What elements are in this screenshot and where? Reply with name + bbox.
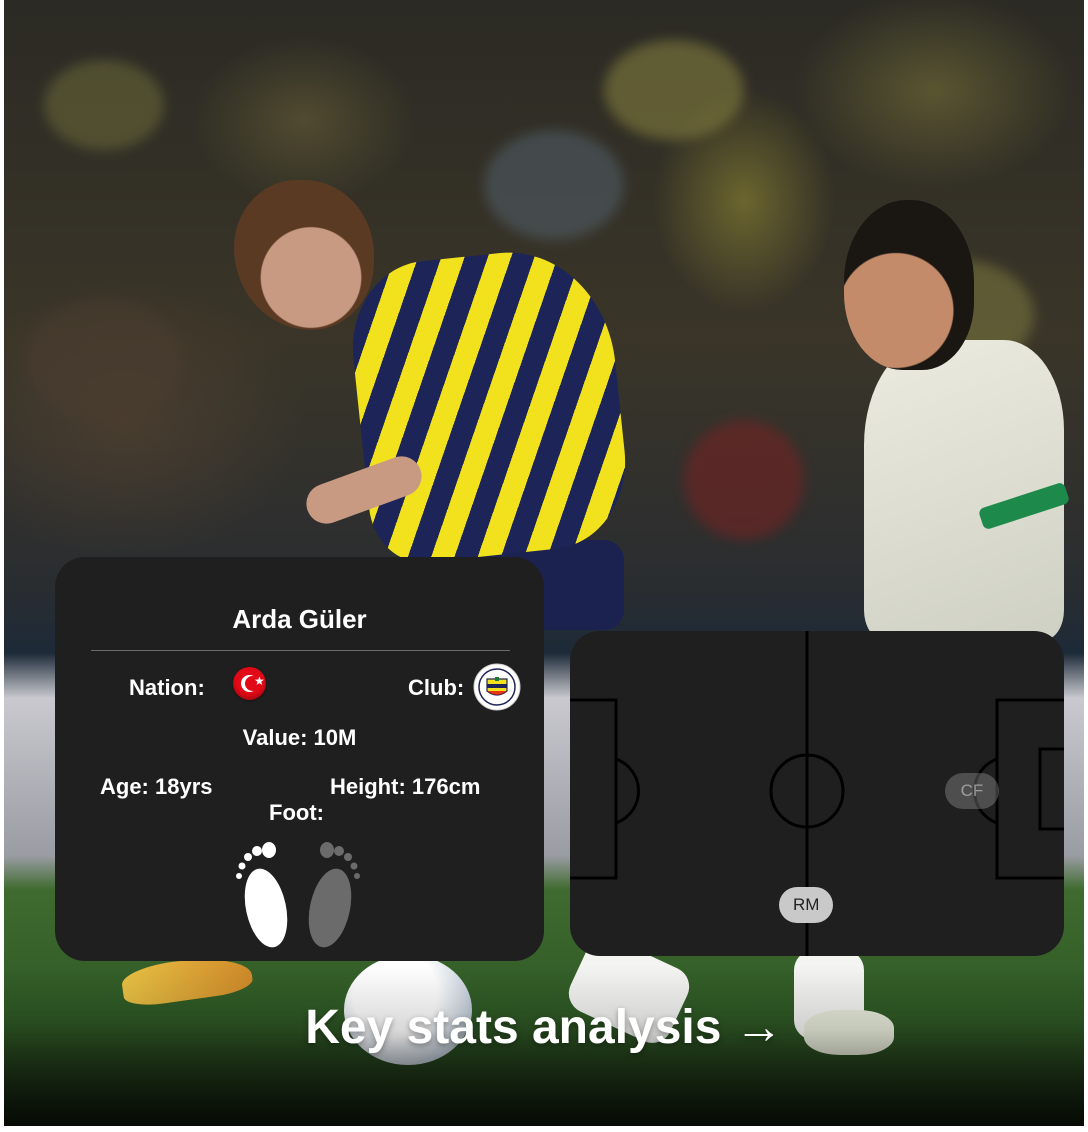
nation-label: Nation:	[129, 675, 205, 700]
opponent-figure-head	[844, 200, 974, 370]
position-pitch-card: CF RM	[570, 631, 1064, 956]
left-foot-icon	[236, 842, 288, 948]
preferred-foot-icons	[236, 842, 360, 948]
club-label: Club:	[408, 675, 465, 700]
right-foot-icon	[308, 842, 360, 948]
fenerbahce-logo-icon	[473, 663, 521, 711]
age-label: Age: 18yrs	[100, 774, 213, 799]
height-label: Height: 176cm	[330, 774, 481, 799]
player-figure-head	[234, 180, 374, 330]
flag-star-icon: ★	[254, 674, 265, 688]
position-badge-rm: RM	[779, 887, 833, 923]
position-badge-cf: CF	[945, 773, 999, 809]
player-info-card: Arda Güler Nation: ★ Club: Value: 10M Ag…	[55, 557, 544, 961]
value-label: Value: 10M	[242, 725, 357, 750]
key-stats-analysis-link[interactable]: Key stats analysis →	[0, 1000, 1088, 1055]
player-figure-jersey	[344, 242, 634, 568]
player-name: Arda Güler	[232, 604, 367, 634]
divider	[91, 650, 510, 651]
foot-label: Foot:	[269, 800, 324, 825]
